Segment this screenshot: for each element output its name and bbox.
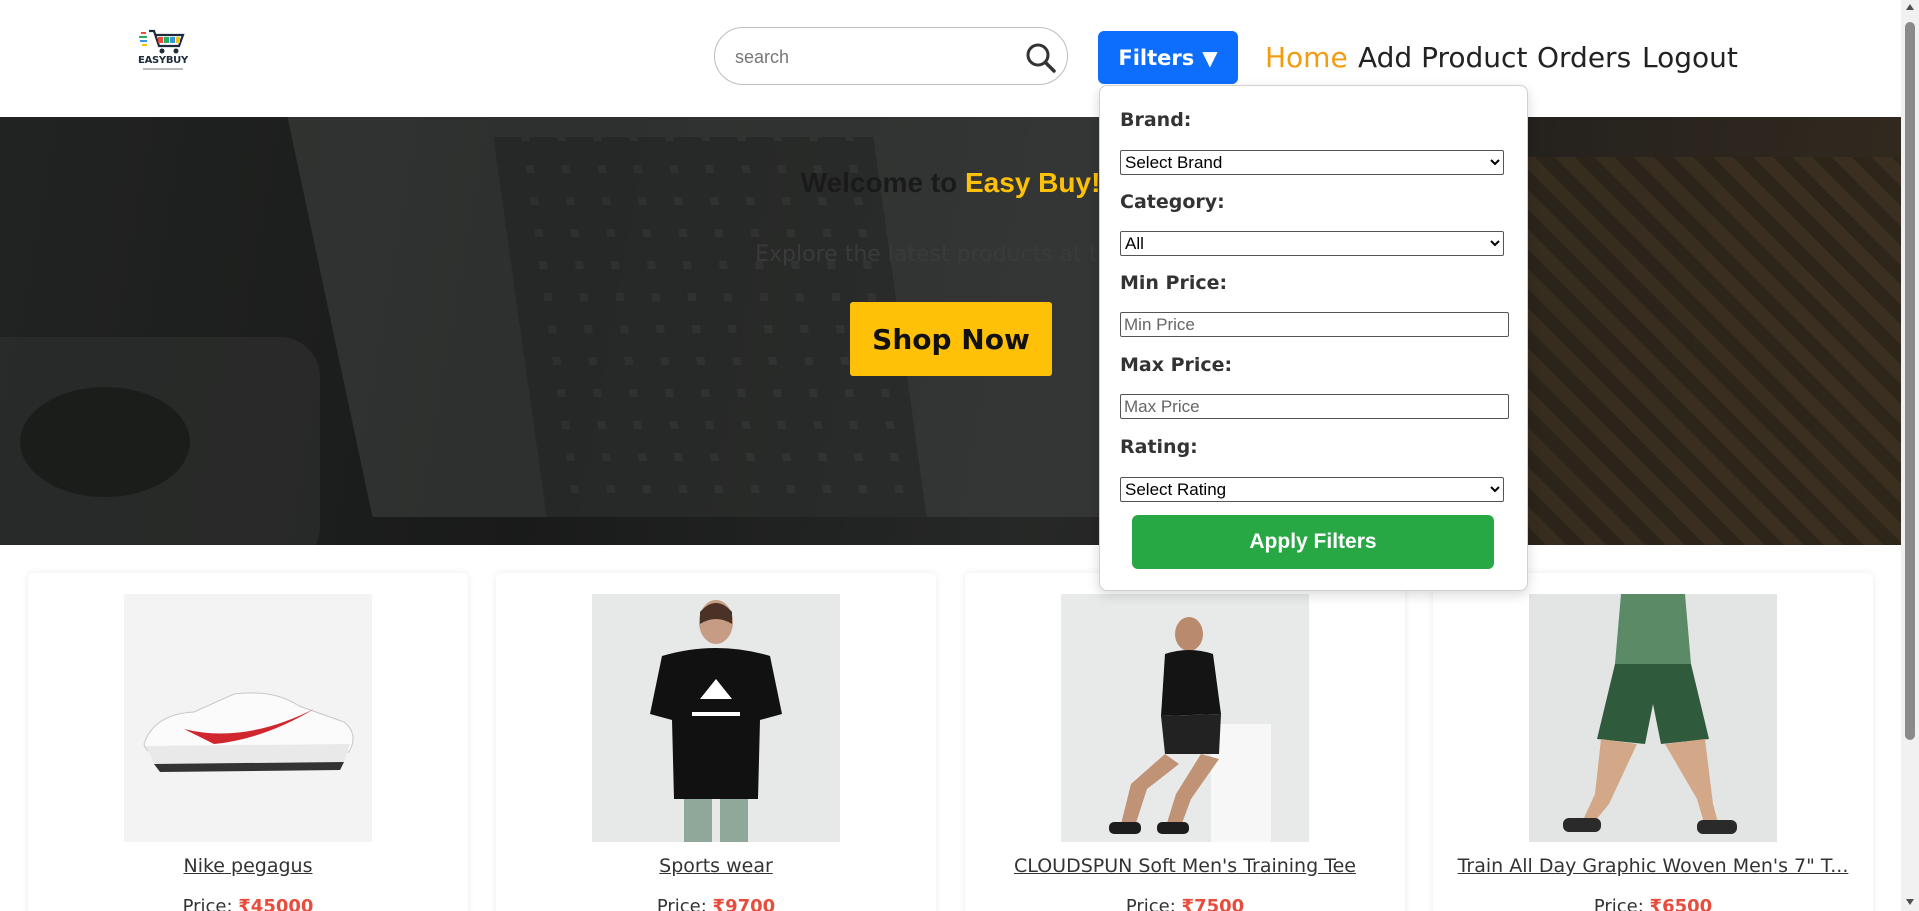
product-image-shorts[interactable]	[1529, 594, 1777, 842]
price-label: Price:	[656, 896, 707, 911]
product-title[interactable]: Sports wear	[496, 855, 936, 877]
nav-orders[interactable]: Orders	[1537, 38, 1631, 78]
filters-dropdown: Brand: Select Brand Category: All Min Pr…	[1099, 85, 1528, 591]
min-price-label: Min Price:	[1120, 272, 1228, 294]
product-image-shoe[interactable]	[124, 594, 372, 842]
hero-title-brand: Easy Buy!	[965, 167, 1101, 198]
category-select[interactable]: All	[1120, 231, 1504, 256]
price-label: Price:	[1125, 896, 1176, 911]
category-label: Category:	[1120, 191, 1225, 213]
search-input[interactable]	[733, 43, 1017, 71]
max-price-label: Max Price:	[1120, 354, 1233, 376]
hero-title: Welcome to Easy Buy!	[0, 167, 1901, 199]
scroll-down-icon[interactable]	[1906, 899, 1914, 905]
hero-banner: Welcome to Easy Buy! Explore the latest …	[0, 117, 1901, 545]
product-price: Price: ₹45000	[28, 896, 468, 911]
nav-logout[interactable]: Logout	[1642, 38, 1738, 78]
search-box	[714, 27, 1068, 85]
product-title[interactable]: Train All Day Graphic Woven Men's 7" T..…	[1433, 855, 1873, 877]
price-value: ₹9700	[712, 896, 776, 911]
filters-button[interactable]: Filters ▼	[1098, 31, 1238, 84]
product-title[interactable]: Nike pegagus	[28, 855, 468, 877]
page-scrollbar[interactable]	[1901, 0, 1919, 911]
page: EASYBUY Filters ▼ Home Add Product Order…	[0, 0, 1901, 911]
price-label: Price:	[1593, 896, 1644, 911]
product-card: CLOUDSPUN Soft Men's Training Tee Price:…	[965, 573, 1405, 911]
search-icon[interactable]	[1025, 42, 1057, 74]
nav-home[interactable]: Home	[1265, 38, 1348, 78]
product-image-training-tee[interactable]	[1061, 594, 1309, 842]
caret-down-icon: ▼	[1202, 45, 1218, 70]
hero-title-prefix: Welcome to	[800, 167, 958, 198]
rating-label: Rating:	[1120, 436, 1198, 458]
price-value: ₹6500	[1649, 896, 1713, 911]
apply-filters-button[interactable]: Apply Filters	[1132, 515, 1494, 569]
scrollbar-thumb[interactable]	[1905, 22, 1915, 740]
min-price-input[interactable]	[1120, 312, 1509, 337]
brand-select[interactable]: Select Brand	[1120, 150, 1504, 175]
logo-tagline	[143, 68, 183, 70]
product-card: Nike pegagus Price: ₹45000	[28, 573, 468, 911]
price-label: Price:	[182, 896, 233, 911]
max-price-input[interactable]	[1120, 394, 1509, 419]
cart-logo-icon	[139, 29, 185, 54]
product-card: Train All Day Graphic Woven Men's 7" T..…	[1433, 573, 1873, 911]
logo-text: EASYBUY	[138, 55, 188, 66]
product-card: Sports wear Price: ₹9700	[496, 573, 936, 911]
scroll-up-icon[interactable]	[1906, 4, 1914, 10]
price-value: ₹7500	[1181, 896, 1245, 911]
brand-label: Brand:	[1120, 109, 1192, 131]
nav-add-product[interactable]: Add Product	[1358, 38, 1527, 78]
product-price: Price: ₹9700	[496, 896, 936, 911]
header: EASYBUY Filters ▼ Home Add Product Order…	[0, 0, 1901, 117]
hero-subtitle: Explore the latest products at the b	[755, 242, 1146, 267]
product-image-tshirt[interactable]	[592, 594, 840, 842]
product-price: Price: ₹7500	[965, 896, 1405, 911]
easybuy-logo[interactable]: EASYBUY	[133, 27, 193, 75]
shop-now-button[interactable]: Shop Now	[850, 302, 1052, 376]
price-value: ₹45000	[238, 896, 314, 911]
product-title[interactable]: CLOUDSPUN Soft Men's Training Tee	[965, 855, 1405, 877]
product-price: Price: ₹6500	[1433, 896, 1873, 911]
filters-label: Filters	[1118, 45, 1195, 70]
rating-select[interactable]: Select Rating	[1120, 477, 1504, 502]
